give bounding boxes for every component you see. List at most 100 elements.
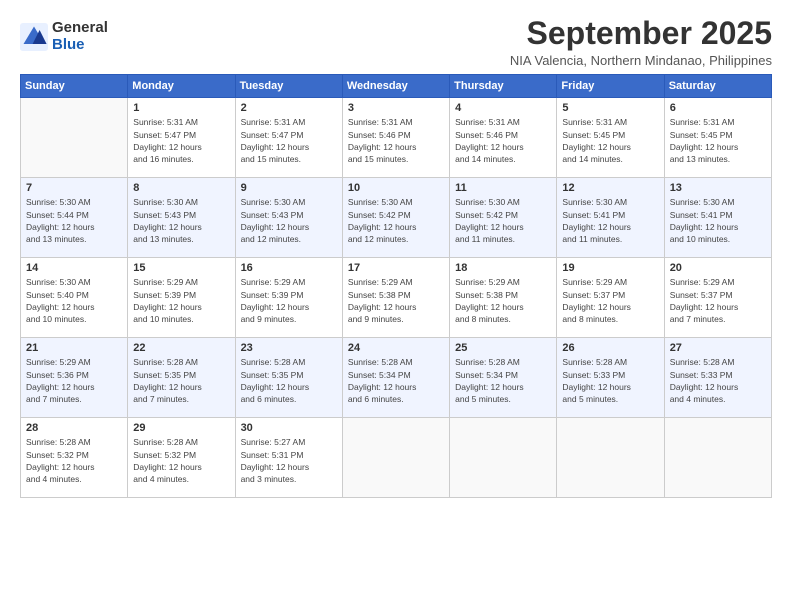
day-info: Sunrise: 5:30 AM Sunset: 5:44 PM Dayligh…: [26, 196, 122, 245]
day-info: Sunrise: 5:28 AM Sunset: 5:32 PM Dayligh…: [133, 436, 229, 485]
table-row: 23 Sunrise: 5:28 AM Sunset: 5:35 PM Dayli…: [235, 338, 342, 418]
header-sunday: Sunday: [21, 75, 128, 98]
day-info: Sunrise: 5:31 AM Sunset: 5:45 PM Dayligh…: [562, 116, 658, 165]
day-number: 23: [241, 342, 337, 354]
table-row: 13 Sunrise: 5:30 AM Sunset: 5:41 PM Dayli…: [664, 178, 771, 258]
calendar-table: Sunday Monday Tuesday Wednesday Thursday…: [20, 74, 772, 498]
title-area: September 2025 NIA Valencia, Northern Mi…: [510, 16, 772, 68]
day-info: Sunrise: 5:28 AM Sunset: 5:33 PM Dayligh…: [670, 356, 766, 405]
day-info: Sunrise: 5:31 AM Sunset: 5:45 PM Dayligh…: [670, 116, 766, 165]
day-number: 17: [348, 262, 444, 274]
day-info: Sunrise: 5:30 AM Sunset: 5:43 PM Dayligh…: [133, 196, 229, 245]
day-info: Sunrise: 5:30 AM Sunset: 5:41 PM Dayligh…: [670, 196, 766, 245]
day-info: Sunrise: 5:31 AM Sunset: 5:47 PM Dayligh…: [241, 116, 337, 165]
calendar-week-row: 28Sunrise: 5:28 AM Sunset: 5:32 PM Dayli…: [21, 418, 772, 498]
header-friday: Friday: [557, 75, 664, 98]
day-number: 19: [562, 262, 658, 274]
table-row: 2 Sunrise: 5:31 AM Sunset: 5:47 PM Daylig…: [235, 98, 342, 178]
day-info: Sunrise: 5:29 AM Sunset: 5:37 PM Dayligh…: [670, 276, 766, 325]
day-info: Sunrise: 5:30 AM Sunset: 5:41 PM Dayligh…: [562, 196, 658, 245]
day-info: Sunrise: 5:29 AM Sunset: 5:36 PM Dayligh…: [26, 356, 122, 405]
day-number: 25: [455, 342, 551, 354]
table-row: [342, 418, 449, 498]
calendar-week-row: 1 Sunrise: 5:31 AM Sunset: 5:47 PM Daylig…: [21, 98, 772, 178]
day-info: Sunrise: 5:31 AM Sunset: 5:46 PM Dayligh…: [348, 116, 444, 165]
table-row: 12 Sunrise: 5:30 AM Sunset: 5:41 PM Dayli…: [557, 178, 664, 258]
table-row: 5 Sunrise: 5:31 AM Sunset: 5:45 PM Daylig…: [557, 98, 664, 178]
day-number: 22: [133, 342, 229, 354]
table-row: 26Sunrise: 5:28 AM Sunset: 5:33 PM Dayli…: [557, 338, 664, 418]
table-row: 8 Sunrise: 5:30 AM Sunset: 5:43 PM Daylig…: [128, 178, 235, 258]
day-info: Sunrise: 5:29 AM Sunset: 5:39 PM Dayligh…: [241, 276, 337, 325]
calendar-header-row: Sunday Monday Tuesday Wednesday Thursday…: [21, 75, 772, 98]
logo: General Blue: [20, 20, 108, 53]
day-number: 30: [241, 422, 337, 434]
day-number: 24: [348, 342, 444, 354]
header-thursday: Thursday: [450, 75, 557, 98]
day-info: Sunrise: 5:29 AM Sunset: 5:39 PM Dayligh…: [133, 276, 229, 325]
day-number: 16: [241, 262, 337, 274]
header-wednesday: Wednesday: [342, 75, 449, 98]
table-row: [664, 418, 771, 498]
day-number: 8: [133, 182, 229, 194]
table-row: 29 Sunrise: 5:28 AM Sunset: 5:32 PM Dayli…: [128, 418, 235, 498]
table-row: 3Sunrise: 5:31 AM Sunset: 5:46 PM Daylig…: [342, 98, 449, 178]
table-row: 25 Sunrise: 5:28 AM Sunset: 5:34 PM Dayli…: [450, 338, 557, 418]
day-number: 10: [348, 182, 444, 194]
table-row: 22Sunrise: 5:28 AM Sunset: 5:35 PM Dayli…: [128, 338, 235, 418]
day-number: 15: [133, 262, 229, 274]
day-number: 1: [133, 102, 229, 114]
day-number: 27: [670, 342, 766, 354]
table-row: 16 Sunrise: 5:29 AM Sunset: 5:39 PM Dayli…: [235, 258, 342, 338]
subtitle: NIA Valencia, Northern Mindanao, Philipp…: [510, 53, 772, 68]
day-number: 29: [133, 422, 229, 434]
header: General Blue September 2025 NIA Valencia…: [20, 16, 772, 68]
day-number: 2: [241, 102, 337, 114]
day-number: 11: [455, 182, 551, 194]
logo-text: General Blue: [52, 20, 108, 53]
table-row: 28Sunrise: 5:28 AM Sunset: 5:32 PM Dayli…: [21, 418, 128, 498]
day-info: Sunrise: 5:30 AM Sunset: 5:40 PM Dayligh…: [26, 276, 122, 325]
day-info: Sunrise: 5:28 AM Sunset: 5:32 PM Dayligh…: [26, 436, 122, 485]
day-number: 21: [26, 342, 122, 354]
calendar-week-row: 21 Sunrise: 5:29 AM Sunset: 5:36 PM Dayli…: [21, 338, 772, 418]
day-info: Sunrise: 5:28 AM Sunset: 5:34 PM Dayligh…: [455, 356, 551, 405]
day-info: Sunrise: 5:30 AM Sunset: 5:43 PM Dayligh…: [241, 196, 337, 245]
table-row: 21 Sunrise: 5:29 AM Sunset: 5:36 PM Dayli…: [21, 338, 128, 418]
table-row: 24 Sunrise: 5:28 AM Sunset: 5:34 PM Dayli…: [342, 338, 449, 418]
table-row: 27 Sunrise: 5:28 AM Sunset: 5:33 PM Dayli…: [664, 338, 771, 418]
day-info: Sunrise: 5:30 AM Sunset: 5:42 PM Dayligh…: [348, 196, 444, 245]
table-row: 11 Sunrise: 5:30 AM Sunset: 5:42 PM Dayli…: [450, 178, 557, 258]
day-number: 4: [455, 102, 551, 114]
header-monday: Monday: [128, 75, 235, 98]
day-info: Sunrise: 5:29 AM Sunset: 5:37 PM Dayligh…: [562, 276, 658, 325]
table-row: 6 Sunrise: 5:31 AM Sunset: 5:45 PM Daylig…: [664, 98, 771, 178]
day-number: 14: [26, 262, 122, 274]
day-number: 6: [670, 102, 766, 114]
table-row: 1 Sunrise: 5:31 AM Sunset: 5:47 PM Daylig…: [128, 98, 235, 178]
table-row: 30Sunrise: 5:27 AM Sunset: 5:31 PM Dayli…: [235, 418, 342, 498]
page: General Blue September 2025 NIA Valencia…: [0, 0, 792, 612]
table-row: 10 Sunrise: 5:30 AM Sunset: 5:42 PM Dayli…: [342, 178, 449, 258]
day-number: 13: [670, 182, 766, 194]
day-number: 12: [562, 182, 658, 194]
logo-general: General: [52, 20, 108, 37]
table-row: 18Sunrise: 5:29 AM Sunset: 5:38 PM Dayli…: [450, 258, 557, 338]
day-info: Sunrise: 5:29 AM Sunset: 5:38 PM Dayligh…: [455, 276, 551, 325]
calendar-week-row: 14 Sunrise: 5:30 AM Sunset: 5:40 PM Dayli…: [21, 258, 772, 338]
day-number: 20: [670, 262, 766, 274]
table-row: 14 Sunrise: 5:30 AM Sunset: 5:40 PM Dayli…: [21, 258, 128, 338]
logo-icon: [20, 23, 48, 51]
day-info: Sunrise: 5:28 AM Sunset: 5:35 PM Dayligh…: [241, 356, 337, 405]
day-number: 7: [26, 182, 122, 194]
calendar-week-row: 7 Sunrise: 5:30 AM Sunset: 5:44 PM Daylig…: [21, 178, 772, 258]
day-number: 5: [562, 102, 658, 114]
day-info: Sunrise: 5:30 AM Sunset: 5:42 PM Dayligh…: [455, 196, 551, 245]
header-tuesday: Tuesday: [235, 75, 342, 98]
table-row: [557, 418, 664, 498]
day-info: Sunrise: 5:29 AM Sunset: 5:38 PM Dayligh…: [348, 276, 444, 325]
main-title: September 2025: [510, 16, 772, 51]
table-row: 9Sunrise: 5:30 AM Sunset: 5:43 PM Daylig…: [235, 178, 342, 258]
day-info: Sunrise: 5:28 AM Sunset: 5:34 PM Dayligh…: [348, 356, 444, 405]
day-info: Sunrise: 5:31 AM Sunset: 5:47 PM Dayligh…: [133, 116, 229, 165]
